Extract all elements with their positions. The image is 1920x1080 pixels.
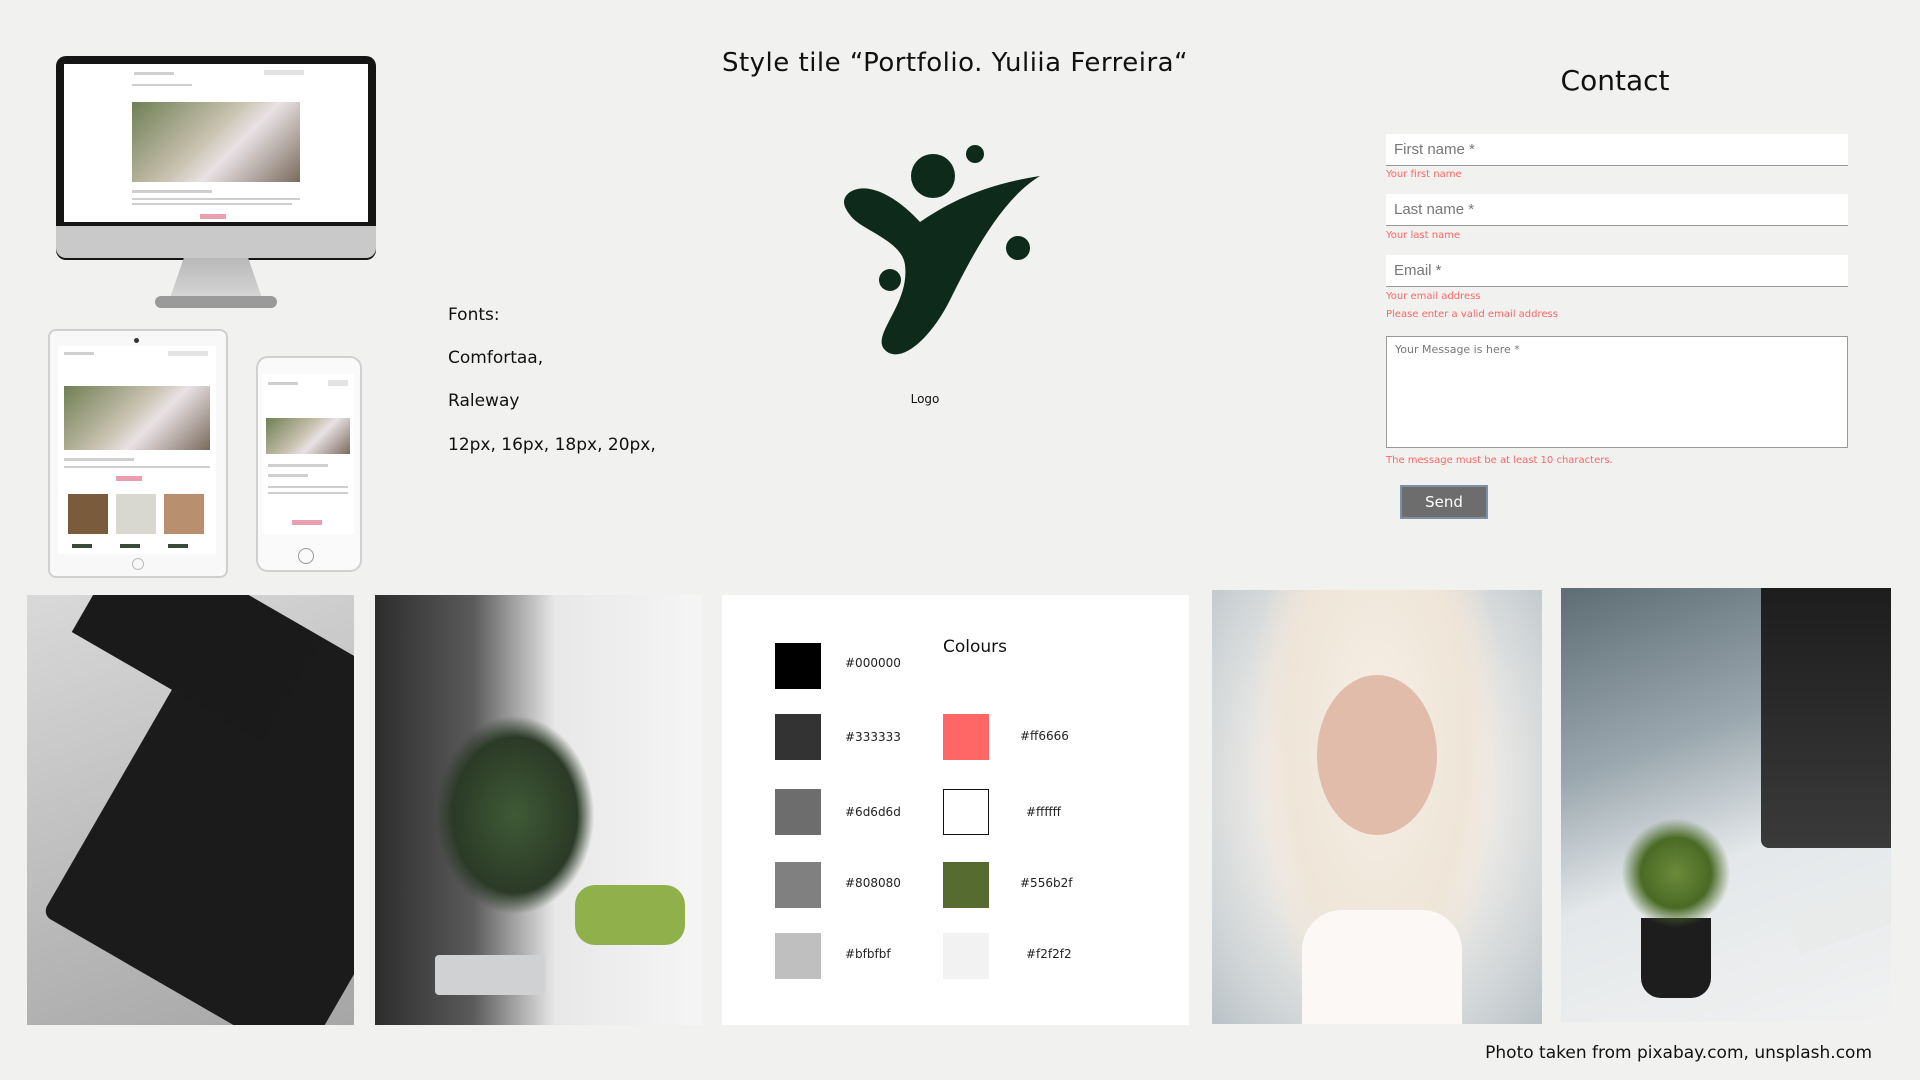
contact-heading: Contact — [1560, 64, 1670, 97]
monitor-chin — [56, 226, 376, 258]
send-button[interactable]: Send — [1400, 485, 1488, 519]
laptop-keyboard-photo — [27, 595, 354, 1025]
email-field[interactable] — [1386, 255, 1848, 287]
phone-screen — [262, 374, 354, 534]
first-name-field[interactable] — [1386, 134, 1848, 166]
phone-home-button — [298, 548, 314, 564]
swatch-ff6666 — [943, 714, 989, 760]
last-name-field[interactable] — [1386, 194, 1848, 226]
swatch-label: #ff6666 — [1020, 729, 1069, 743]
tablet-screen — [58, 346, 216, 554]
swatch-label: #808080 — [845, 876, 901, 890]
message-field[interactable] — [1386, 336, 1848, 448]
colours-title: Colours — [943, 637, 1008, 657]
swatch-label: #556b2f — [1020, 876, 1073, 890]
logo-caption: Logo — [910, 392, 940, 406]
monitor-stand — [170, 258, 262, 298]
email-hint: Your email address — [1386, 291, 1481, 302]
swatch-000000 — [775, 643, 821, 689]
swatch-label: #000000 — [845, 656, 901, 670]
swatch-label: #bfbfbf — [845, 947, 891, 961]
email-error: Please enter a valid email address — [1386, 309, 1558, 320]
font-raleway: Raleway — [448, 391, 520, 411]
first-name-hint: Your first name — [1386, 169, 1462, 180]
photo-credit: Photo taken from pixabay.com, unsplash.c… — [1485, 1043, 1872, 1063]
swatch-bfbfbf — [775, 933, 821, 979]
swatch-label: #333333 — [845, 730, 901, 744]
imac-desk-photo — [1561, 588, 1891, 1022]
page-title: Style tile “Portfolio. Yuliia Ferreira“ — [721, 48, 1189, 78]
tablet-camera — [134, 338, 139, 343]
monitor-foot — [155, 296, 277, 308]
swatch-333333 — [775, 714, 821, 760]
swatch-label: #ffffff — [1026, 805, 1061, 819]
message-error: The message must be at least 10 characte… — [1386, 455, 1613, 466]
swatch-ffffff — [943, 789, 989, 835]
font-sizes: 12px, 16px, 18px, 20px, — [448, 435, 656, 455]
logo-icon — [844, 145, 1040, 355]
swatch-556b2f — [943, 862, 989, 908]
last-name-hint: Your last name — [1386, 230, 1461, 241]
swatch-label: #f2f2f2 — [1026, 947, 1072, 961]
swatch-f2f2f2 — [943, 933, 989, 979]
font-comfortaa: Comfortaa, — [448, 348, 544, 368]
swatch-808080 — [775, 862, 821, 908]
plant-workspace-photo — [375, 595, 702, 1025]
portrait-photo — [1212, 590, 1542, 1024]
swatch-label: #6d6d6d — [845, 805, 901, 819]
swatch-6d6d6d — [775, 789, 821, 835]
monitor-screen — [64, 64, 368, 222]
fonts-heading: Fonts: — [448, 305, 500, 325]
tablet-home-button — [132, 558, 144, 570]
